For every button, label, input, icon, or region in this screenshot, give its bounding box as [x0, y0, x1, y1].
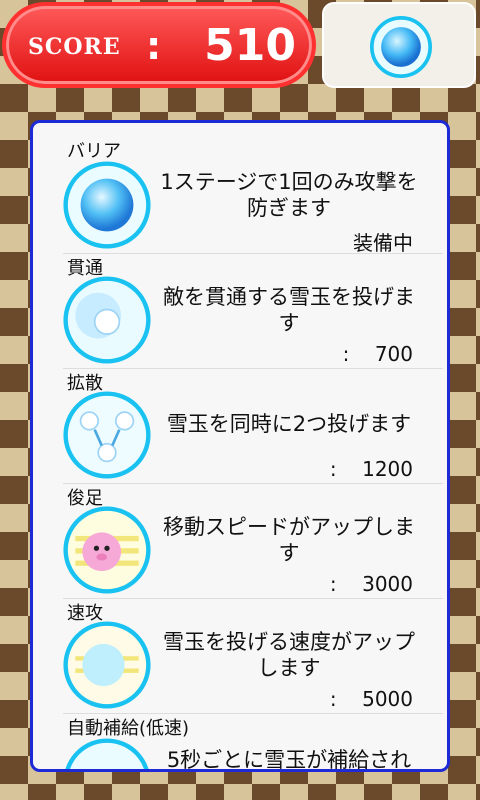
equipped-item-slot[interactable]	[322, 2, 476, 88]
item-description-line2: します	[257, 656, 321, 680]
equipped-status: 装備中	[353, 231, 413, 255]
list-item-auto-supply[interactable]: 自動補給(低速) 5秒ごとに雪玉が補給されま	[33, 714, 447, 772]
item-description-line1: 5秒ごとに雪玉が補給されま	[166, 748, 412, 772]
upgrade-list-panel: バリア 1ステージで1回のみ攻撃を 防ぎます 装備中 貫通 敵を貫通する雪玉を投…	[30, 120, 450, 772]
item-description-line1: 1ステージで1回のみ攻撃を	[160, 170, 418, 194]
score-separator: :	[146, 24, 162, 68]
barrier-orb-icon	[370, 16, 432, 78]
auto-supply-icon	[65, 738, 149, 769]
list-item-swift[interactable]: 俊足 移動スピードがアップしま す : 3000	[33, 484, 447, 598]
item-price: : 1200	[329, 457, 413, 481]
item-description-line1: 移動スピードがアップしま	[163, 515, 415, 539]
speed-pig-icon	[63, 506, 151, 594]
item-price: : 700	[342, 342, 413, 366]
item-title: 自動補給(低速)	[67, 718, 190, 739]
list-item-spread[interactable]: 拡散 雪玉を同時に2つ投げます : 1200	[33, 369, 447, 483]
item-description-line2: す	[278, 541, 300, 565]
item-description-line1: 雪玉を投げる速度がアップ	[163, 630, 415, 654]
fast-throw-icon	[63, 621, 151, 709]
item-price: : 3000	[329, 572, 413, 596]
score-panel: SCORE : 510	[2, 2, 316, 88]
item-description-line1: 敵を貫通する雪玉を投げま	[163, 285, 415, 309]
item-description-line1: 雪玉を同時に2つ投げます	[166, 412, 412, 436]
list-item-barrier[interactable]: バリア 1ステージで1回のみ攻撃を 防ぎます 装備中	[33, 123, 447, 255]
score-label: SCORE	[28, 34, 121, 60]
item-description-line2: 防ぎます	[247, 196, 331, 220]
barrier-orb-icon	[63, 161, 151, 249]
item-description-line2: す	[278, 311, 300, 335]
item-price: : 5000	[329, 687, 413, 711]
spread-snowball-icon	[63, 391, 151, 479]
pierce-snowball-icon	[63, 276, 151, 364]
score-value: 510	[204, 20, 296, 71]
list-item-pierce[interactable]: 貫通 敵を貫通する雪玉を投げま す : 700	[33, 254, 447, 368]
list-item-rapid[interactable]: 速攻 雪玉を投げる速度がアップ します : 5000	[33, 599, 447, 713]
item-title: バリア	[67, 141, 121, 162]
